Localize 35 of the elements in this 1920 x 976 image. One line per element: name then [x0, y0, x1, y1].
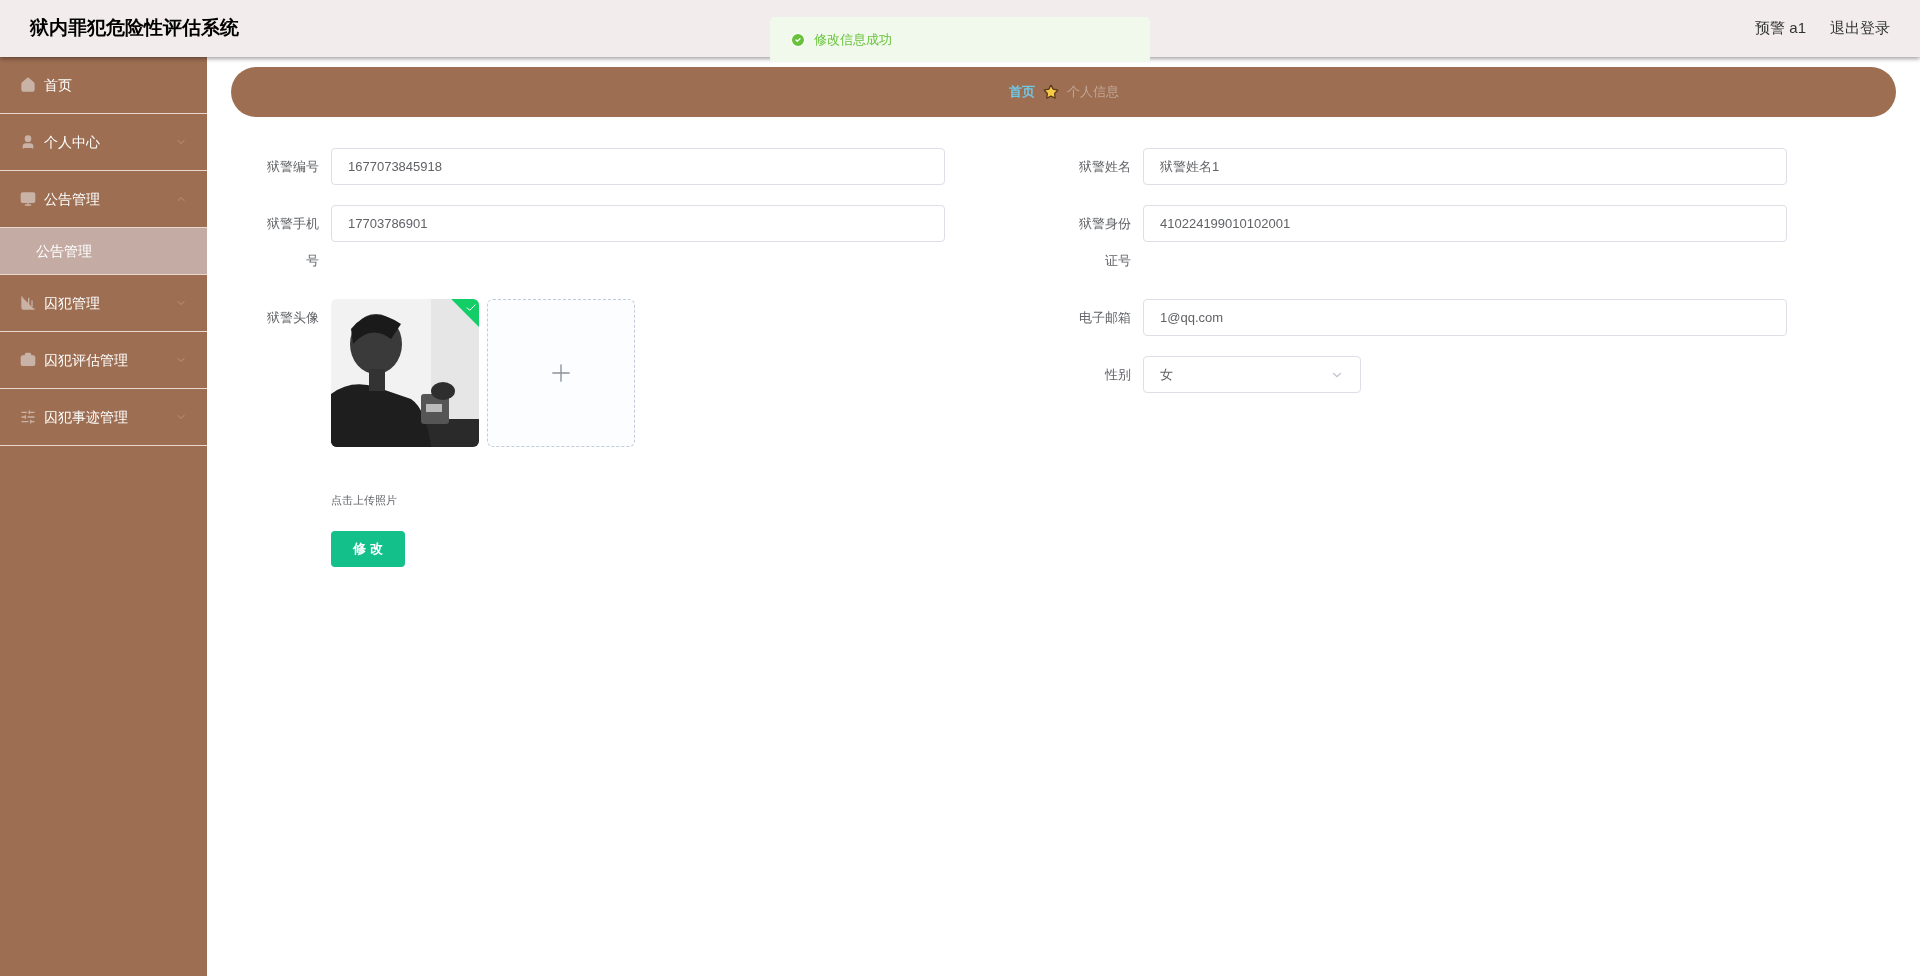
app-title: 狱内罪犯危险性评估系统: [30, 16, 239, 41]
menu-item[interactable]: 囚犯管理: [0, 275, 207, 332]
menu-item[interactable]: 个人中心: [0, 114, 207, 171]
submit-button[interactable]: 修 改: [331, 531, 405, 567]
star-icon: [1042, 84, 1059, 100]
menu-item[interactable]: 囚犯事迹管理: [0, 389, 207, 446]
text-field[interactable]: 1677073845918: [331, 148, 945, 185]
field-label: 狱警手机号: [266, 215, 319, 270]
text-field[interactable]: 狱警姓名1: [1143, 148, 1787, 185]
upload-hint: 点击上传照片: [331, 494, 397, 506]
menu-icon: [20, 409, 36, 425]
field-label: 狱警姓名: [1078, 158, 1131, 176]
menu-icon: [20, 191, 36, 207]
text-field[interactable]: 410224199010102001: [1143, 205, 1787, 242]
field-label: 狱警身份证号: [1078, 215, 1131, 270]
text-field[interactable]: 1@qq.com: [1143, 299, 1787, 336]
menu-item[interactable]: 囚犯评估管理: [0, 332, 207, 389]
menu-icon: [20, 77, 36, 93]
logout-link[interactable]: 退出登录: [1830, 17, 1890, 40]
text-field[interactable]: 17703786901: [331, 205, 945, 242]
field-label: 电子邮箱: [1078, 309, 1131, 327]
toast-message: 修改信息成功: [814, 30, 892, 49]
menu-item[interactable]: 首页: [0, 57, 207, 114]
gender-select[interactable]: 女: [1143, 356, 1361, 393]
menu-icon: [20, 295, 36, 311]
breadcrumb-current: 个人信息: [1066, 83, 1119, 102]
menu-icon: [20, 352, 36, 368]
field-label: 狱警编号: [266, 158, 319, 176]
menu-icon: [20, 134, 36, 150]
field-label: 狱警头像: [266, 309, 319, 327]
success-icon: [790, 31, 806, 48]
user-name: 预警 a1: [1755, 18, 1806, 39]
field-label: 性别: [1104, 366, 1131, 384]
breadcrumb-home[interactable]: 首页: [1008, 82, 1035, 102]
upload-button[interactable]: [487, 299, 635, 447]
